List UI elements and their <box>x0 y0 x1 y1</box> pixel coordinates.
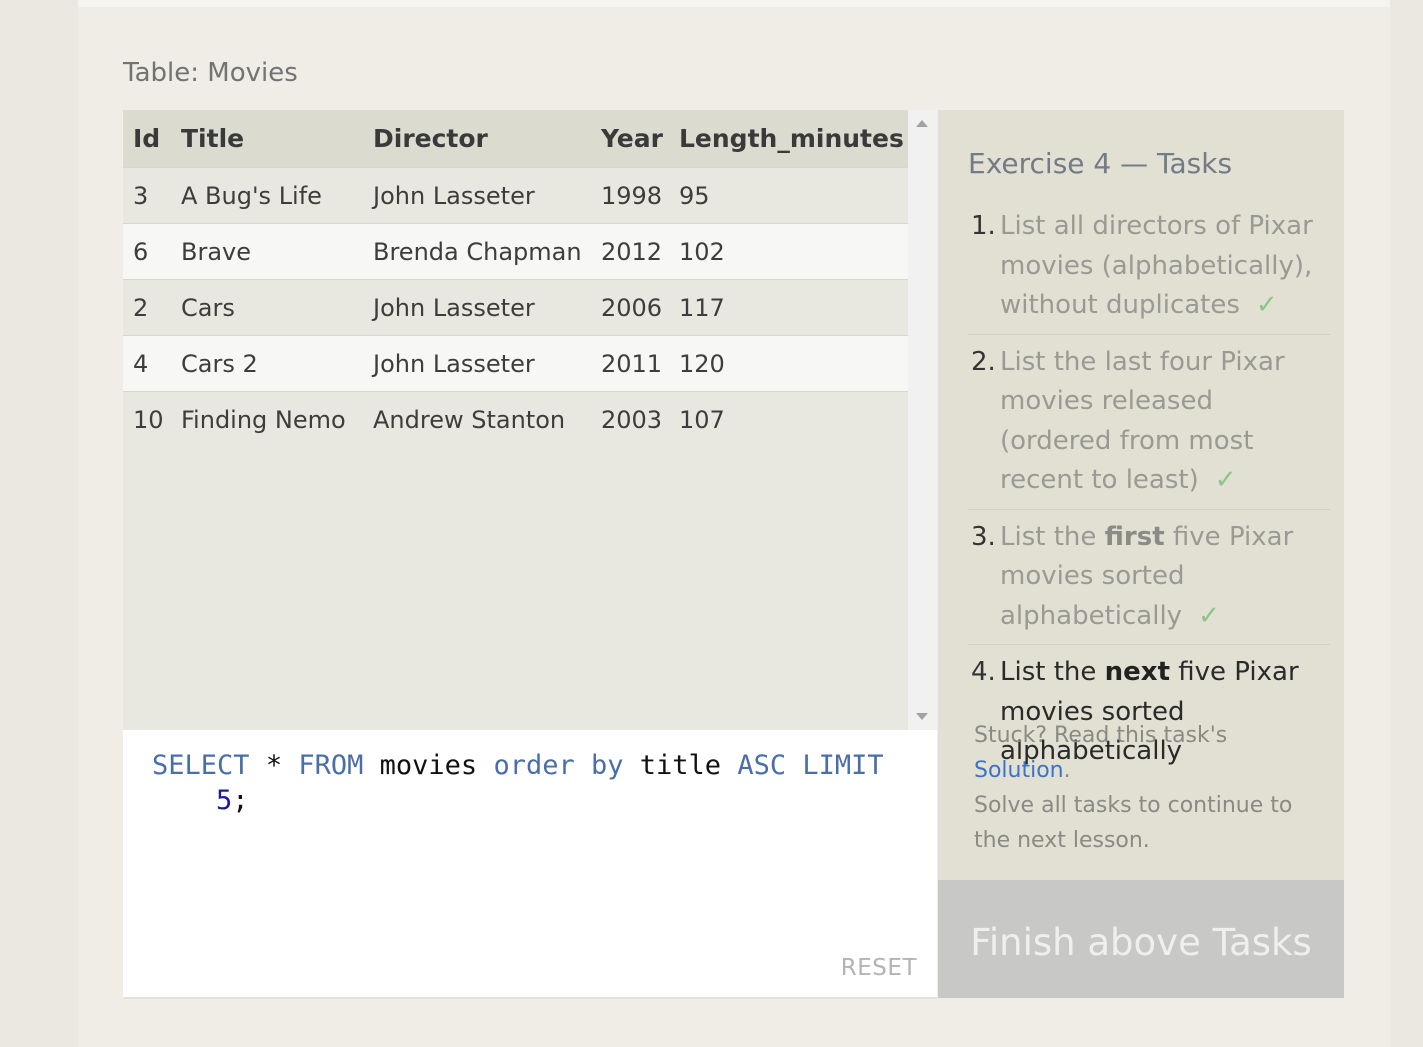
table-scrollbar[interactable] <box>908 110 937 730</box>
tasks-panel: Exercise 4 — Tasks 1. List all directors… <box>938 110 1344 880</box>
sql-query-text[interactable]: SELECT * FROM movies order by title ASC … <box>152 748 922 818</box>
table-cell: 120 <box>669 335 908 392</box>
table-cell: Cars 2 <box>171 335 363 392</box>
stuck-help: Stuck? Read this task's Solution. Solve … <box>974 718 1304 858</box>
table-cell: A Bug's Life <box>171 167 363 224</box>
table-row: 6 Brave Brenda Chapman 2012 102 <box>123 223 908 280</box>
sql-limit-value: 5 <box>216 785 233 816</box>
task-item: 1. List all directors of Pixar movies (a… <box>968 207 1330 335</box>
reset-button[interactable]: RESET <box>841 955 917 981</box>
task-text-emphasis: first <box>1104 521 1165 552</box>
sql-column-name: title <box>639 750 722 781</box>
sql-table-name: movies <box>379 750 478 781</box>
sql-star: * <box>265 750 283 781</box>
table-cell: Brenda Chapman <box>363 223 591 280</box>
code-line: SELECT * FROM movies order by title ASC … <box>152 748 922 783</box>
checkmark-icon: ✓ <box>1198 600 1220 631</box>
scroll-up-arrow-icon[interactable] <box>916 120 928 127</box>
code-line: 5; <box>152 783 922 818</box>
task-number: 4. <box>971 657 996 687</box>
stuck-text: Stuck? Read this task's <box>974 723 1228 748</box>
sql-terminator: ; <box>232 785 249 816</box>
table-cell: John Lasseter <box>363 167 591 224</box>
column-header: Id <box>123 110 171 168</box>
task-item: 2. List the last four Pixar movies relea… <box>968 343 1330 510</box>
sql-keyword-order-by: order by <box>493 750 624 781</box>
table-row: 4 Cars 2 John Lasseter 2011 120 <box>123 335 908 392</box>
continue-text: Solve all tasks to continue to the next … <box>974 793 1293 853</box>
results-table-container[interactable]: Id Title Director Year Length_minutes 3 … <box>123 110 908 730</box>
table-cell: John Lasseter <box>363 279 591 336</box>
table-cell: 2003 <box>591 391 669 447</box>
task-number: 3. <box>971 521 996 552</box>
table-cell: John Lasseter <box>363 335 591 392</box>
table-cell: Cars <box>171 279 363 336</box>
table-cell: 117 <box>669 279 908 336</box>
top-strip <box>78 0 1390 7</box>
table-cell: 3 <box>123 167 171 224</box>
solution-link[interactable]: Solution <box>974 758 1064 783</box>
table-row: 3 A Bug's Life John Lasseter 1998 95 <box>123 167 908 224</box>
table-cell: Brave <box>171 223 363 280</box>
table-cell: 2 <box>123 279 171 336</box>
checkmark-icon: ✓ <box>1255 290 1278 320</box>
task-text-emphasis: next <box>1104 657 1170 687</box>
table-cell: 4 <box>123 335 171 392</box>
tasks-title: Exercise 4 — Tasks <box>968 147 1233 180</box>
task-text-prefix: List the <box>1000 657 1105 687</box>
scroll-down-arrow-icon[interactable] <box>916 713 928 720</box>
table-cell: 107 <box>669 391 908 447</box>
sql-keyword-asc: ASC <box>737 750 787 781</box>
solution-line: Solution. <box>974 753 1304 788</box>
sql-keyword-from: FROM <box>298 750 364 781</box>
task-text: List the last four Pixar movies released… <box>1000 346 1285 496</box>
results-table: Id Title Director Year Length_minutes 3 … <box>123 110 908 447</box>
table-row: 10 Finding Nemo Andrew Stanton 2003 107 <box>123 391 908 447</box>
table-cell: 6 <box>123 223 171 280</box>
task-number: 2. <box>971 346 996 377</box>
column-header: Title <box>171 110 363 168</box>
task-list: 1. List all directors of Pixar movies (a… <box>968 207 1330 788</box>
column-header: Length_minutes <box>669 110 908 168</box>
task-item: 3. List the first five Pixar movies sort… <box>968 518 1330 645</box>
solution-period: . <box>1063 758 1071 783</box>
table-cell: 2011 <box>591 335 669 392</box>
table-cell: 2006 <box>591 279 669 336</box>
table-cell: 95 <box>669 167 908 224</box>
table-cell: 102 <box>669 223 908 280</box>
table-row: 2 Cars John Lasseter 2006 117 <box>123 279 908 336</box>
sql-editor[interactable]: SELECT * FROM movies order by title ASC … <box>123 730 937 999</box>
table-cell: 10 <box>123 391 171 447</box>
table-cell: 2012 <box>591 223 669 280</box>
finish-tasks-button[interactable]: Finish above Tasks <box>938 880 1344 998</box>
column-header: Year <box>591 110 669 168</box>
task-text-prefix: List the <box>1000 521 1105 552</box>
checkmark-icon: ✓ <box>1214 465 1237 495</box>
sql-keyword-limit: LIMIT <box>802 750 884 781</box>
table-caption: Table: Movies <box>123 58 298 88</box>
table-header-row: Id Title Director Year Length_minutes <box>123 110 908 168</box>
column-header: Director <box>363 110 591 168</box>
sql-keyword-select: SELECT <box>152 750 250 781</box>
table-cell: 1998 <box>591 167 669 224</box>
table-cell: Andrew Stanton <box>363 391 591 447</box>
stuck-line: Stuck? Read this task's <box>974 718 1304 753</box>
task-number: 1. <box>971 211 996 241</box>
table-cell: Finding Nemo <box>171 391 363 447</box>
